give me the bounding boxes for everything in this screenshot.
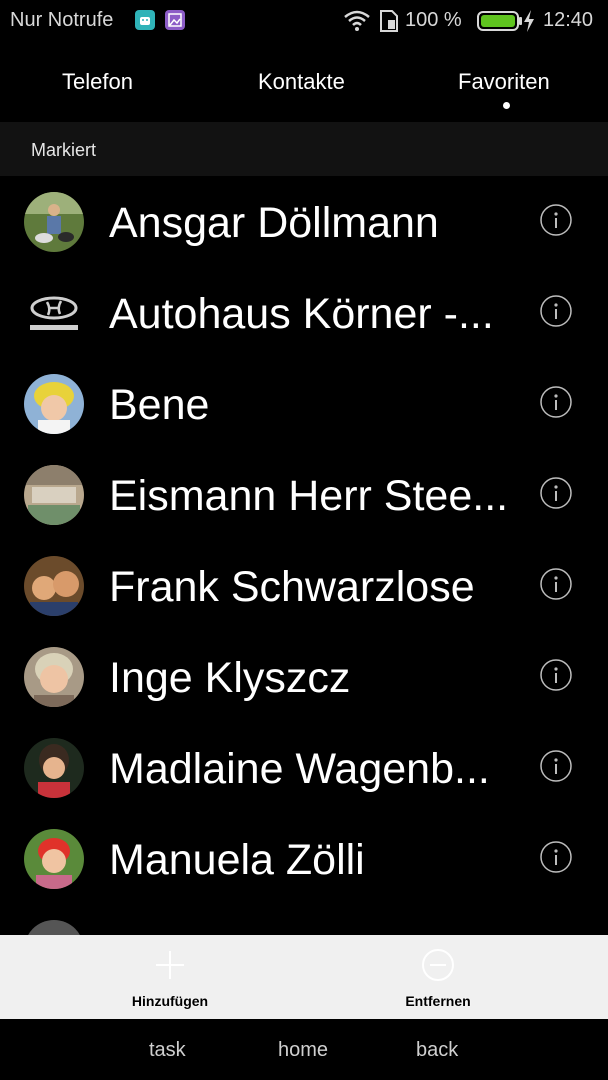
contact-avatar <box>24 829 84 889</box>
charging-icon <box>522 9 536 38</box>
contact-name: Eismann Herr Stee... <box>109 472 509 520</box>
battery-percent: 100 % <box>405 9 462 31</box>
contact-name: Bene <box>109 381 210 429</box>
contact-avatar <box>24 647 84 707</box>
hyundai-logo-avatar <box>24 283 84 343</box>
info-icon[interactable] <box>540 841 572 873</box>
tab-favoriten[interactable]: Favoriten <box>458 69 550 95</box>
action-bar: Hinzufügen Entfernen <box>0 935 608 1019</box>
tab-kontakte[interactable]: Kontakte <box>258 69 345 95</box>
status-bar: Nur Notrufe 100 % 12:40 <box>0 0 608 42</box>
info-icon[interactable] <box>540 477 572 509</box>
carrier-label: Nur Notrufe <box>10 9 114 31</box>
contact-name: Madlaine Wagenb... <box>109 745 490 793</box>
sim-icon <box>378 9 400 38</box>
contact-row[interactable]: Bene <box>0 358 608 449</box>
contact-row[interactable]: Manuela Zölli <box>0 813 608 904</box>
info-icon[interactable] <box>540 750 572 782</box>
minus-circle-icon <box>422 949 454 981</box>
gallery-icon <box>165 10 185 30</box>
contact-name: Frank Schwarzlose <box>109 563 475 611</box>
android-icon <box>135 10 155 30</box>
navigation-bar: task home back <box>0 1019 608 1080</box>
task-button[interactable]: task <box>149 1039 186 1062</box>
contact-avatar <box>24 465 84 525</box>
contact-avatar <box>24 920 84 936</box>
battery-icon <box>477 11 523 36</box>
back-button[interactable]: back <box>416 1039 458 1062</box>
section-header: Markiert <box>0 122 608 176</box>
contact-avatar <box>24 556 84 616</box>
contact-avatar <box>24 374 84 434</box>
contact-name: Inge Klyszcz <box>109 654 351 702</box>
contact-row[interactable]: Inge Klyszcz <box>0 631 608 722</box>
remove-label: Entfernen <box>405 993 471 1009</box>
contact-row[interactable]: Frank Schwarzlose <box>0 540 608 631</box>
info-icon[interactable] <box>540 204 572 236</box>
section-label: Markiert <box>31 140 97 160</box>
info-icon[interactable] <box>540 568 572 600</box>
tab-telefon[interactable]: Telefon <box>62 69 133 95</box>
info-icon[interactable] <box>540 386 572 418</box>
clock: 12:40 <box>543 9 594 31</box>
contact-row[interactable]: Autohaus Körner -... <box>0 267 608 358</box>
contact-row[interactable]: Eismann Herr Stee... <box>0 449 608 540</box>
remove-favorite-button[interactable]: Entfernen <box>373 935 503 1019</box>
contact-name: Manuela Zölli <box>109 836 365 884</box>
selected-tab-indicator <box>503 102 510 109</box>
info-icon[interactable] <box>540 659 572 691</box>
contact-row-partial[interactable] <box>0 904 608 936</box>
contact-row[interactable]: Ansgar Döllmann <box>0 176 608 267</box>
tab-bar: Telefon Kontakte Favoriten <box>0 42 608 122</box>
contact-avatar <box>24 738 84 798</box>
contact-name: Ansgar Döllmann <box>109 199 439 247</box>
home-button[interactable]: home <box>278 1039 328 1062</box>
contact-name: Autohaus Körner -... <box>109 290 494 338</box>
contact-row[interactable]: Madlaine Wagenb... <box>0 722 608 813</box>
wifi-icon <box>343 8 371 37</box>
contact-list: Ansgar Döllmann Autohaus Körner -... Ben… <box>0 176 608 936</box>
add-label: Hinzufügen <box>131 993 209 1009</box>
contact-avatar <box>24 192 84 252</box>
add-favorite-button[interactable]: Hinzufügen <box>105 935 235 1019</box>
info-icon[interactable] <box>540 295 572 327</box>
plus-icon <box>156 951 184 979</box>
